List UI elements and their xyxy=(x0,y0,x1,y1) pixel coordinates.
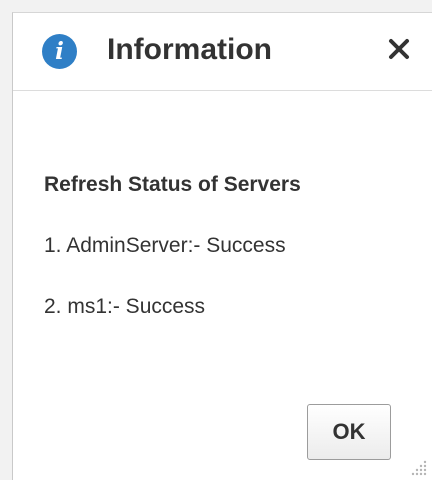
status-line-admin-server: 1. AdminServer:- Success xyxy=(44,234,286,257)
information-dialog: i Information Refresh Status of Servers … xyxy=(12,12,432,480)
info-icon: i xyxy=(42,34,77,69)
ok-button[interactable]: OK xyxy=(307,404,391,460)
resize-grip-icon[interactable] xyxy=(410,459,428,477)
close-icon xyxy=(389,39,409,59)
status-heading: Refresh Status of Servers xyxy=(44,173,301,196)
dialog-content: Refresh Status of Servers 1. AdminServer… xyxy=(44,171,301,321)
close-button[interactable] xyxy=(383,33,415,65)
page: i Information Refresh Status of Servers … xyxy=(0,0,432,480)
status-line-ms1: 2. ms1:- Success xyxy=(44,295,206,318)
dialog-title: Information xyxy=(107,33,272,66)
dialog-titlebar: i Information xyxy=(13,13,432,91)
